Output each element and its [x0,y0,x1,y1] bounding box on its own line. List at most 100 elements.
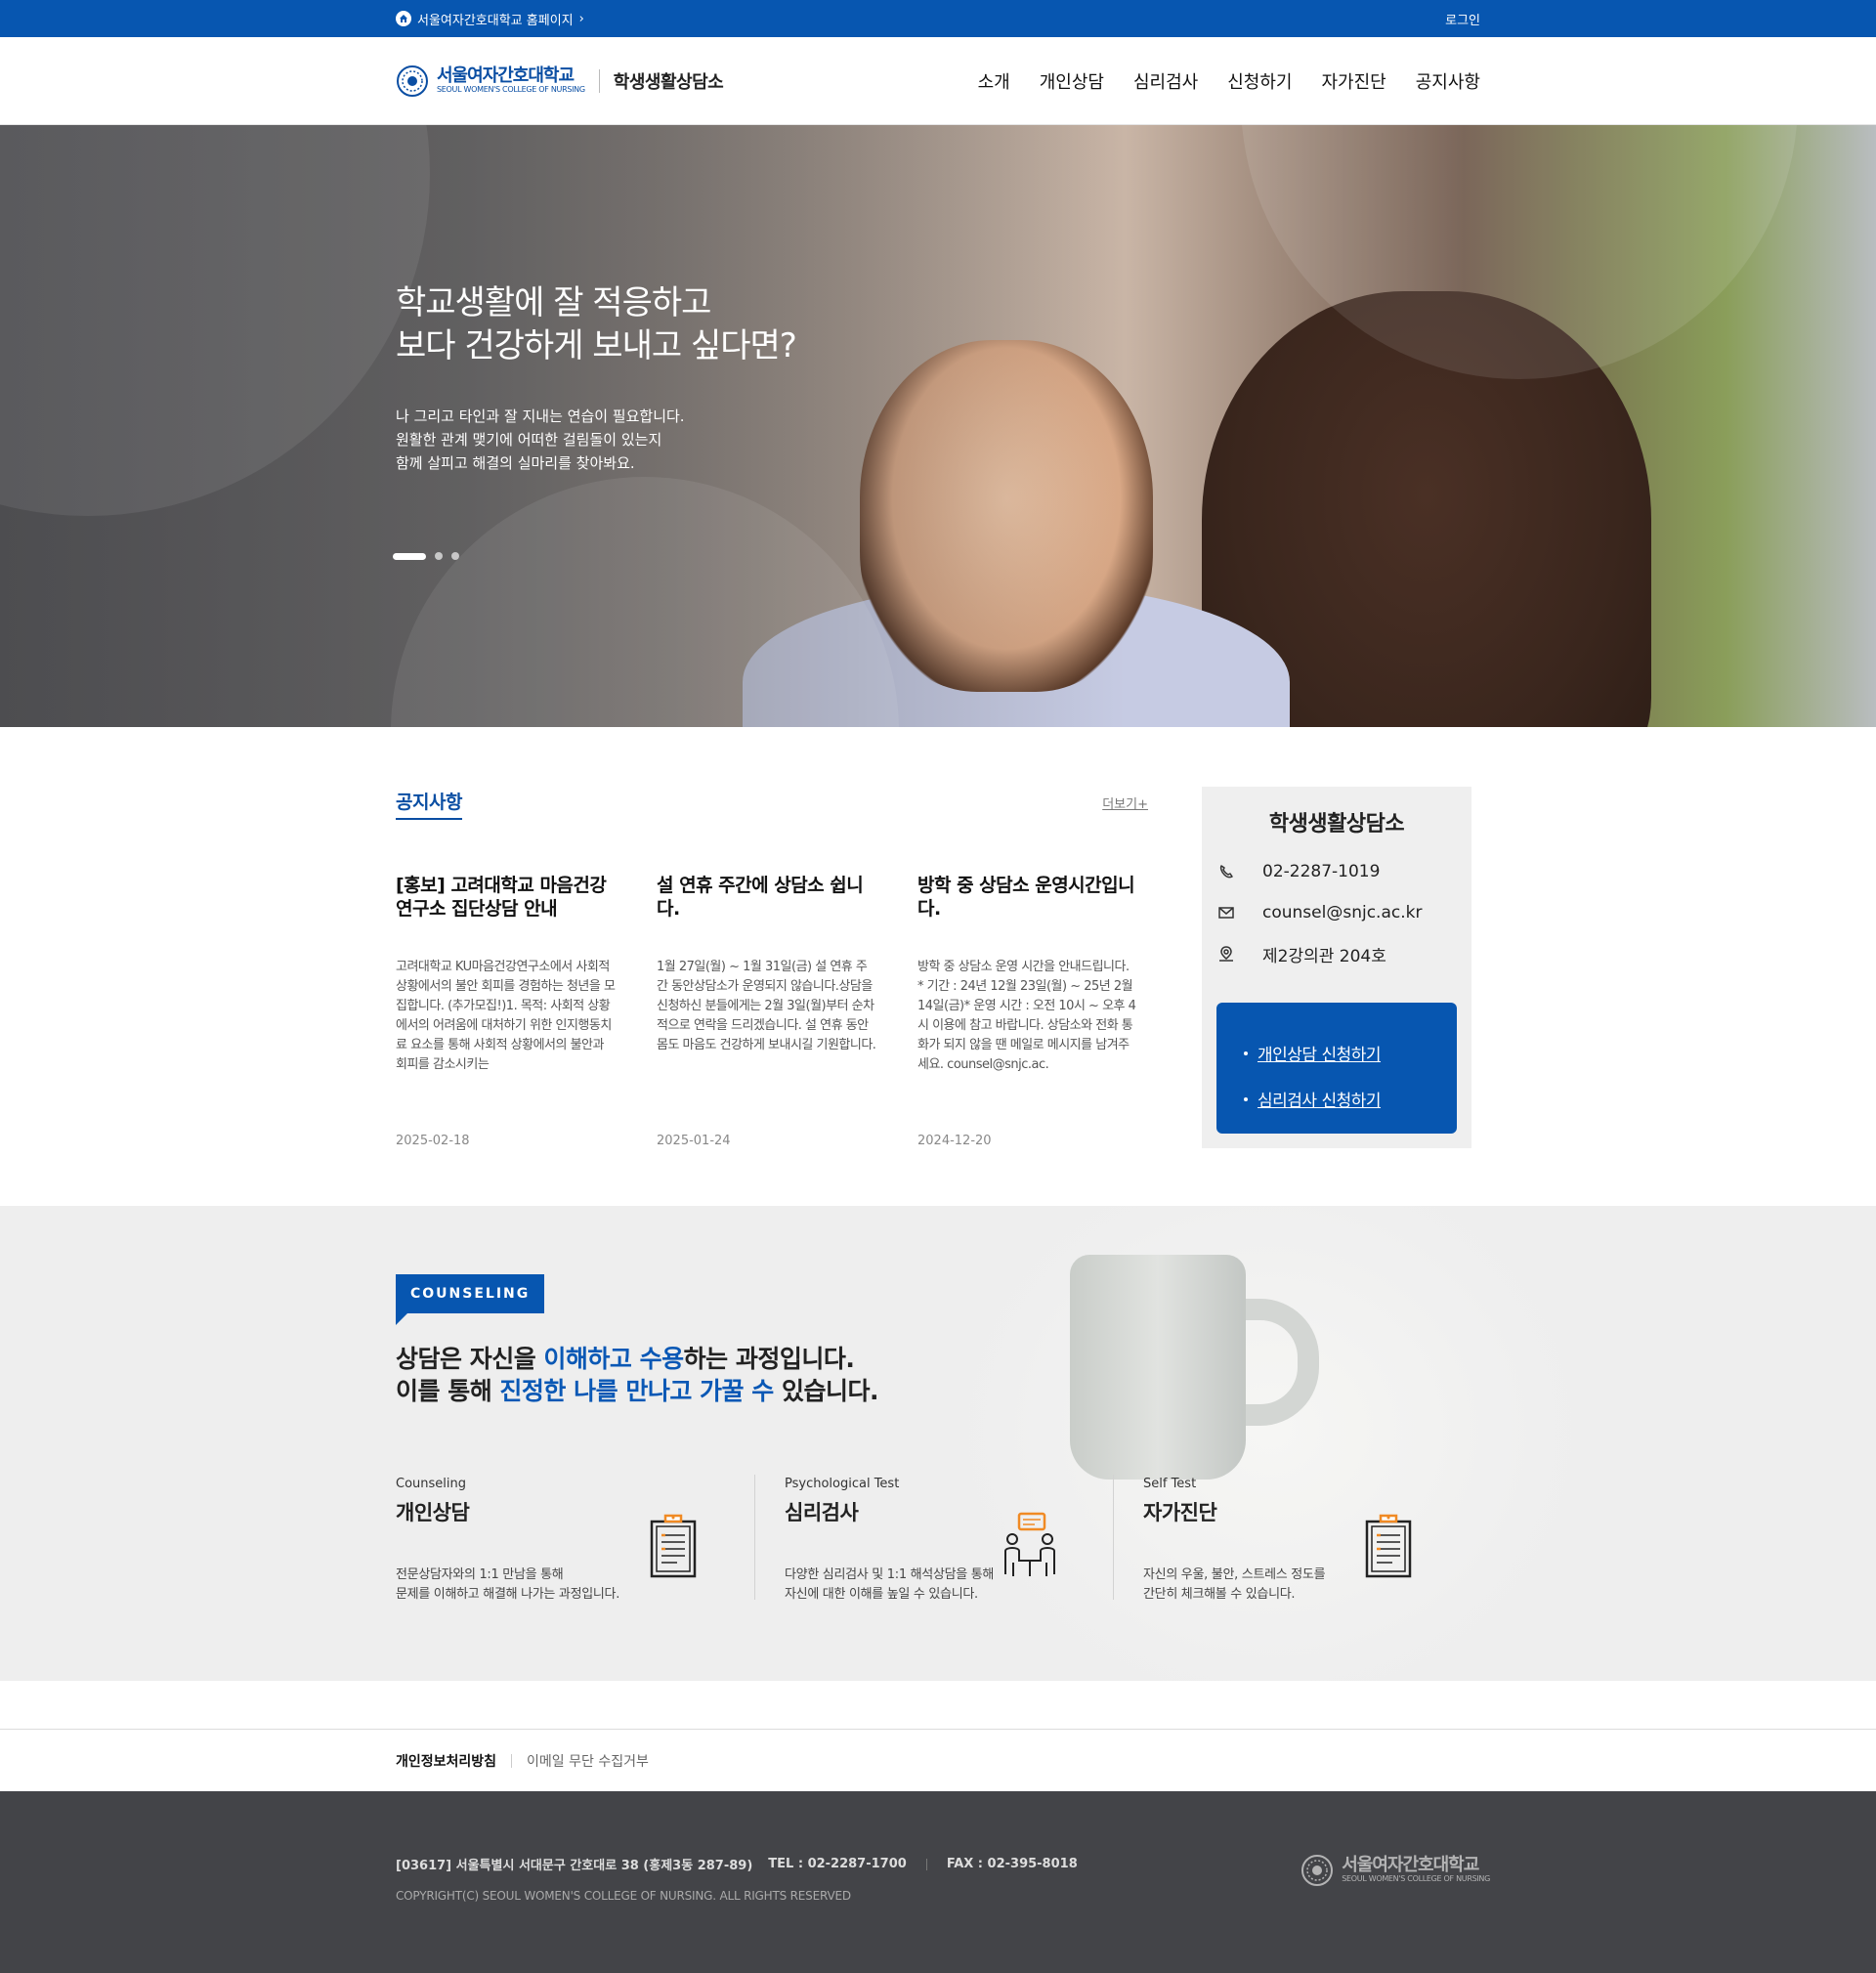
conversation-icon [1004,1512,1055,1576]
hero-title-line: 학교생활에 잘 적응하고 [396,283,711,322]
location-text: 제2강의관 204호 [1262,946,1386,966]
college-emblem-icon [397,65,428,97]
clipboard-icon [1365,1514,1412,1578]
notice-card[interactable]: 방학 중 상담소 운영시간입니다. 방학 중 상담소 운영 시간을 안내드립니다… [917,874,1137,1148]
service-card-title: 자가진단 [1143,1501,1217,1524]
notice-date: 2024-12-20 [917,1134,992,1148]
footer-tel: TEL : 02-2287-1700 [768,1857,907,1871]
logo-korean-text: 서울여자간호대학교 [1342,1855,1479,1876]
site-name[interactable]: 학생생활상담소 [614,68,724,94]
notice-section-title: 공지사항 [396,788,462,820]
brand: 서울여자간호대학교 SEOUL WOMEN'S COLLEGE OF NURSI… [396,64,724,98]
mail-icon [1218,907,1234,919]
center-info-box: 학생생활상담소 02-2287-1019 counsel@snjc.ac.kr … [1202,787,1471,1148]
privacy-policy-link[interactable]: 개인정보처리방침 [396,1751,496,1771]
college-emblem-icon [1301,1855,1334,1886]
notice-card[interactable]: 설 연휴 주간에 상담소 쉽니다. 1월 27일(월) ~ 1월 31일(금) … [657,874,876,1148]
footer-divider [925,1858,927,1870]
headline-text: 있습니다. [773,1377,879,1405]
notice-title: 설 연휴 주간에 상담소 쉽니다. [657,875,864,920]
logo-korean-text: 서울여자간호대학교 [437,65,575,87]
brand-divider [598,69,600,93]
phone-icon [1219,865,1233,879]
notice-section: 공지사항 더보기+ [홍보] 고려대학교 마음건강연구소 집단상담 안내 고려대… [0,727,1876,1206]
hero-description: 나 그리고 타인과 잘 지내는 연습이 필요합니다. 원활한 관계 맺기에 어떠… [396,405,685,475]
hero-desc-line: 원활한 관계 맺기에 어떠한 걸림돌이 있는지 [396,431,662,449]
service-card-desc: 다양한 심리검사 및 1:1 해석상담을 통해 자신에 대한 이해를 높일 수 … [785,1566,994,1605]
apply-box: 개인상담 신청하기 심리검사 신청하기 [1216,1003,1457,1134]
homepage-link-label: 서울여자간호대학교 홈페이지 [417,13,574,28]
service-card-desc: 자신의 우울, 불안, 스트레스 정도를 간단히 체크해볼 수 있습니다. [1143,1566,1326,1605]
nav-item-notices[interactable]: 공지사항 [1416,68,1480,94]
notice-more-link[interactable]: 더보기+ [1102,793,1148,812]
footer-link-divider [511,1754,513,1768]
service-card-title: 심리검사 [785,1501,859,1524]
headline-text: 하는 과정입니다. [683,1345,855,1373]
site-header: 서울여자간호대학교 SEOUL WOMEN'S COLLEGE OF NURSI… [0,37,1876,125]
clipboard-icon [650,1514,697,1578]
nav-item-intro[interactable]: 소개 [978,68,1010,94]
notice-card[interactable]: [홍보] 고려대학교 마음건강연구소 집단상담 안내 고려대학교 KU마음건강연… [396,874,616,1148]
slider-dot[interactable] [435,552,443,560]
service-desc-line: 자신의 우울, 불안, 스트레스 정도를 [1143,1567,1326,1582]
apply-individual-counseling-link[interactable]: 개인상담 신청하기 [1244,1030,1457,1076]
email-address[interactable]: counsel@snjc.ac.kr [1262,903,1422,922]
main-nav: 소개 개인상담 심리검사 신청하기 자가진단 공지사항 [978,68,1480,94]
counseling-headline: 상담은 자신을 이해하고 수용하는 과정입니다. 이를 통해 진정한 나를 만나… [396,1343,878,1407]
top-bar: 서울여자간호대학교 홈페이지 › 로그인 [0,0,1876,37]
service-desc-line: 문제를 이해하고 해결해 나가는 과정입니다. [396,1587,620,1602]
location-row: 제2강의관 204호 [1217,933,1471,974]
homepage-link[interactable]: 서울여자간호대학교 홈페이지 › [396,10,584,28]
headline-text: 상담은 자신을 [396,1345,544,1373]
headline-highlight: 이해하고 수용 [543,1345,684,1373]
notice-excerpt: 방학 중 상담소 운영 시간을 안내드립니다. * 기간 : 24년 12월 2… [917,960,1136,1072]
email-refusal-link[interactable]: 이메일 무단 수집거부 [527,1751,649,1771]
notice-list: [홍보] 고려대학교 마음건강연구소 집단상담 안내 고려대학교 KU마음건강연… [396,874,1137,1148]
service-card-self-test[interactable]: Self Test 자가진단 자신의 우울, 불안, 스트레스 정도를 간단히 … [1113,1475,1471,1602]
service-card-desc: 전문상담자와의 1:1 만남을 통해 문제를 이해하고 해결해 나가는 과정입니… [396,1566,619,1605]
location-pin-icon [1219,946,1233,962]
service-desc-line: 전문상담자와의 1:1 만남을 통해 [396,1567,564,1582]
slider-dot[interactable] [451,552,459,560]
headline-text: 이를 통해 [396,1377,500,1405]
footer-logo: 서울여자간호대학교 SEOUL WOMEN'S COLLEGE OF NURSI… [1300,1854,1490,1887]
footer-links: 개인정보처리방침 이메일 무단 수집거부 [0,1729,1876,1791]
notice-excerpt: 1월 27일(월) ~ 1월 31일(금) 설 연휴 주간 동안상담소가 운영되… [657,960,876,1052]
service-card-title: 개인상담 [396,1501,470,1524]
footer-address: [03617] 서울특별시 서대문구 간호대로 38 (홍제3동 287-89) [396,1859,753,1873]
notice-title: [홍보] 고려대학교 마음건강연구소 집단상담 안내 [396,875,607,920]
headline-highlight: 진정한 나를 만나고 가꿀 수 [499,1377,774,1405]
counseling-cards: Counseling 개인상담 전문상담자와의 1:1 만남을 통해 문제를 이… [396,1475,1471,1602]
notice-date: 2025-01-24 [657,1134,731,1148]
apply-psych-test-link[interactable]: 심리검사 신청하기 [1244,1076,1457,1122]
phone-number[interactable]: 02-2287-1019 [1262,862,1380,881]
notice-excerpt: 고려대학교 KU마음건강연구소에서 사회적 상황에서의 불안 회피를 경험하는 … [396,960,616,1072]
home-icon [396,11,411,26]
nav-item-apply[interactable]: 신청하기 [1227,68,1292,94]
login-link[interactable]: 로그인 [1445,10,1480,28]
hero-title-line: 보다 건강하게 보내고 싶다면? [396,326,797,365]
notice-title: 방학 중 상담소 운영시간입니다. [917,875,1135,920]
nav-item-individual-counseling[interactable]: 개인상담 [1040,68,1104,94]
hero-title: 학교생활에 잘 적응하고 보다 건강하게 보내고 싶다면? [396,281,797,367]
notice-date: 2025-02-18 [396,1134,470,1148]
footer-address-row: [03617] 서울특별시 서대문구 간호대로 38 (홍제3동 287-89)… [396,1855,1078,1873]
service-card-en-title: Psychological Test [785,1477,900,1491]
center-info-title: 학생생활상담소 [1268,812,1405,836]
nav-item-psych-test[interactable]: 심리검사 [1133,68,1198,94]
footer-copyright: COPYRIGHT(C) SEOUL WOMEN'S COLLEGE OF NU… [396,1889,851,1903]
service-card-psych-test[interactable]: Psychological Test 심리검사 다양한 심리검사 및 1:1 해… [754,1475,1113,1602]
counseling-badge: COUNSELING [396,1274,545,1325]
service-card-individual[interactable]: Counseling 개인상담 전문상담자와의 1:1 만남을 통해 문제를 이… [396,1475,754,1602]
phone-row: 02-2287-1019 [1217,851,1471,892]
site-footer: [03617] 서울특별시 서대문구 간호대로 38 (홍제3동 287-89)… [0,1791,1876,1973]
service-card-en-title: Self Test [1143,1477,1197,1491]
chevron-right-icon: › [578,11,584,26]
service-card-en-title: Counseling [396,1477,466,1491]
nav-item-self-test[interactable]: 자가진단 [1322,68,1386,94]
college-logo[interactable]: 서울여자간호대학교 SEOUL WOMEN'S COLLEGE OF NURSI… [396,64,585,98]
service-desc-line: 자신에 대한 이해를 높일 수 있습니다. [785,1587,978,1602]
hero-desc-line: 나 그리고 타인과 잘 지내는 연습이 필요합니다. [396,407,685,425]
slider-dot-active[interactable] [393,552,426,560]
footer-fax: FAX : 02-395-8018 [946,1857,1078,1871]
